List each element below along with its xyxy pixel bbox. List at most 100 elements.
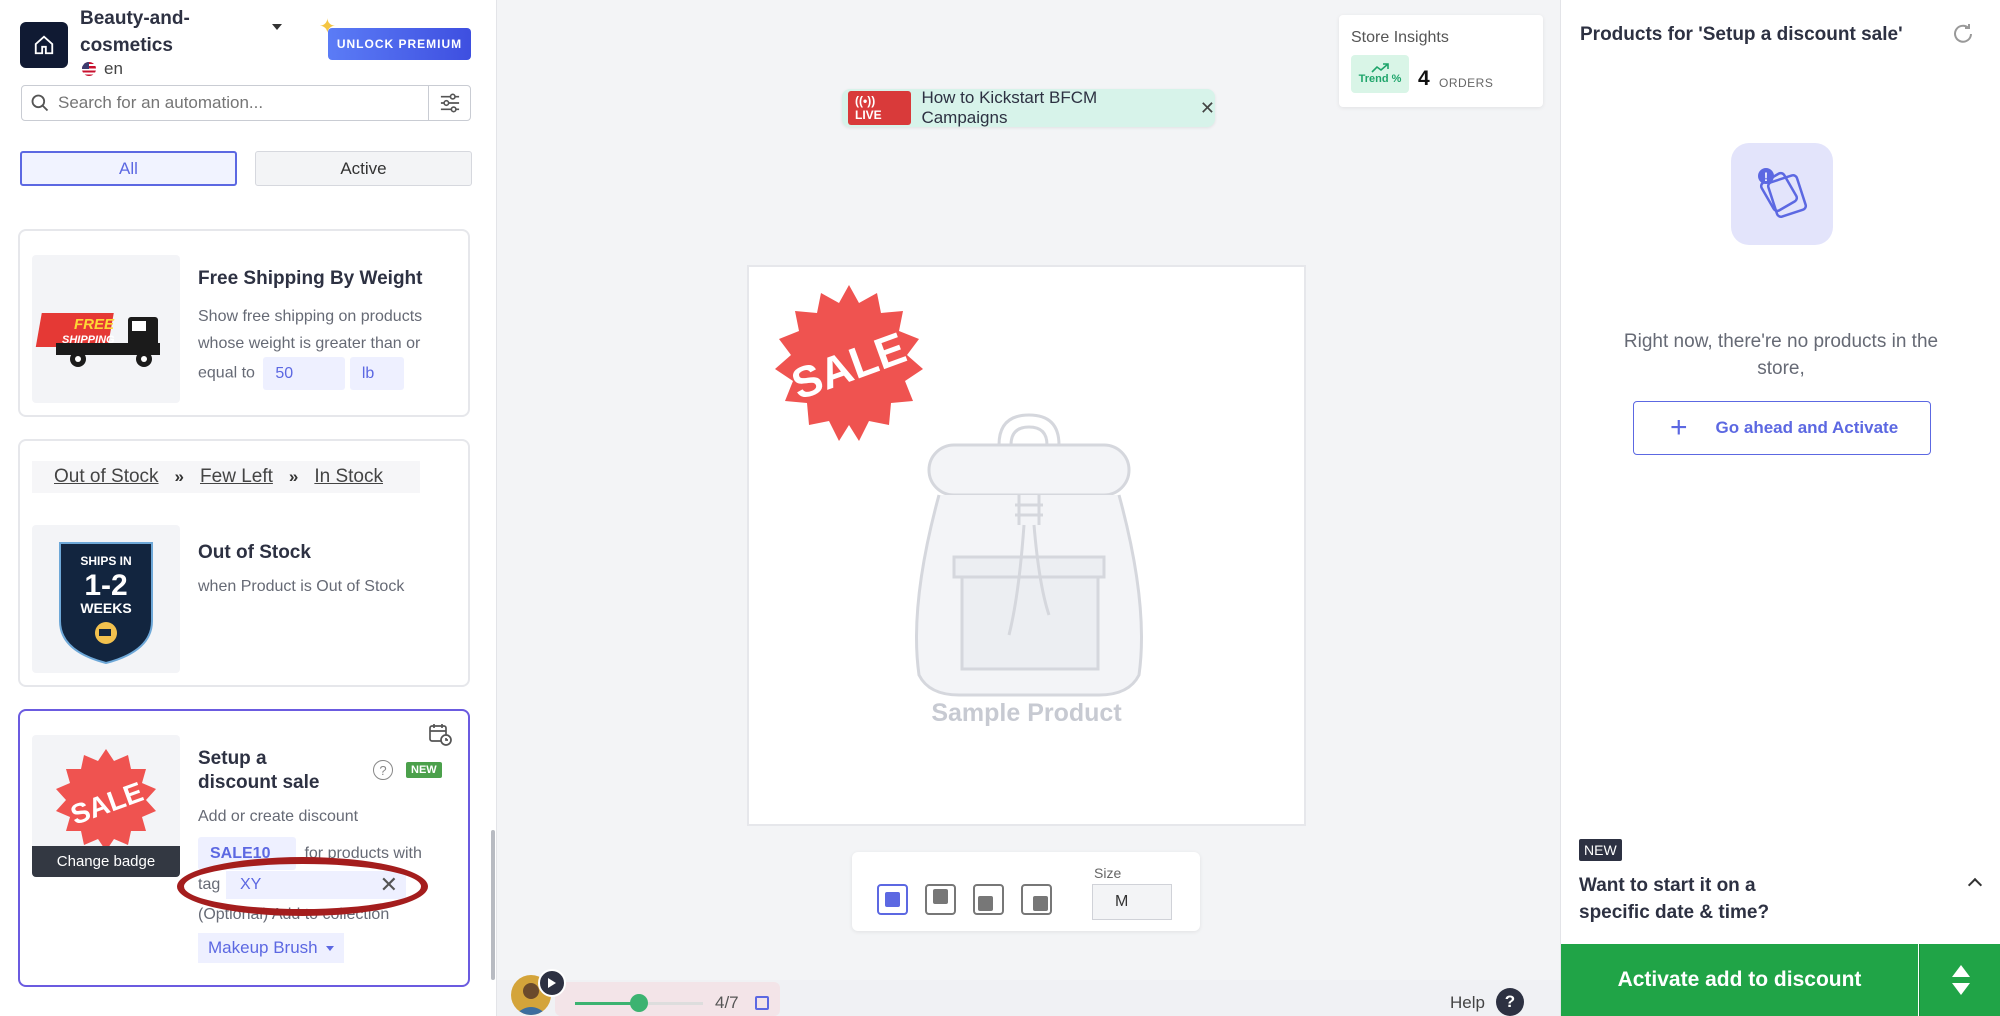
products-panel: Products for 'Setup a discount sale' ! R… xyxy=(1560,0,2000,1016)
trend-up-icon xyxy=(1371,63,1389,73)
product-preview: SALE Sample Product xyxy=(747,265,1306,826)
calendar-clock-icon[interactable] xyxy=(428,722,452,746)
language-selector[interactable]: en xyxy=(82,59,123,79)
position-bottom-left-button[interactable] xyxy=(973,884,1004,915)
automation-card-stock[interactable]: Out of Stock » Few Left » In Stock SHIPS… xyxy=(18,439,470,687)
search-icon xyxy=(22,93,58,113)
new-badge: NEW xyxy=(1579,839,1622,861)
collection-value: Makeup Brush xyxy=(208,938,318,957)
equal-to-label: equal to xyxy=(198,364,255,382)
empty-products-icon: ! xyxy=(1731,143,1833,245)
card-description: Show free shipping on products whose wei… xyxy=(198,308,423,352)
search-bar xyxy=(21,85,471,121)
search-input[interactable] xyxy=(58,93,428,113)
chevron-up-icon[interactable] xyxy=(1967,877,1983,893)
new-badge: NEW xyxy=(406,762,442,778)
activate-label: Go ahead and Activate xyxy=(1715,418,1899,437)
weight-unit-select[interactable]: lb xyxy=(349,357,404,390)
sidebar-scrollbar[interactable] xyxy=(491,830,495,980)
refresh-icon[interactable] xyxy=(1951,22,1975,46)
live-text: How to Kickstart BFCM Campaigns xyxy=(921,88,1098,127)
panel-title: Products for 'Setup a discount sale' xyxy=(1580,24,1903,45)
sale-badge-thumbnail[interactable]: SALE Change badge xyxy=(32,735,180,877)
live-label: LIVE xyxy=(855,108,882,122)
trend-label: Trend % xyxy=(1358,73,1402,85)
flow-step-in-stock[interactable]: In Stock xyxy=(314,466,383,488)
filter-settings-icon[interactable] xyxy=(428,86,470,120)
home-icon xyxy=(34,35,54,55)
flow-step-few-left[interactable]: Few Left xyxy=(200,466,273,488)
weight-value-field[interactable]: 50 xyxy=(263,357,346,390)
tab-all[interactable]: All xyxy=(20,151,237,186)
activate-add-to-discount-button[interactable]: Activate add to discount xyxy=(1561,944,1918,1016)
us-flag-icon xyxy=(82,62,96,76)
store-name[interactable]: Beauty-and-cosmetics xyxy=(80,5,270,59)
card-condition: equal to 50 lb xyxy=(198,357,404,390)
home-button[interactable] xyxy=(20,22,68,68)
orders-label: ORDERS xyxy=(1439,76,1494,90)
double-chevron-icon: » xyxy=(288,467,299,486)
position-top-left-button[interactable] xyxy=(877,884,908,915)
free-shipping-badge-thumbnail: FREE SHIPPING xyxy=(32,255,180,403)
unlock-premium-button[interactable]: UNLOCK PREMIUM xyxy=(328,28,471,60)
live-tag: ((•)) LIVE xyxy=(848,91,912,125)
automation-card-free-shipping[interactable]: FREE SHIPPING Free Shipping By Weight Sh… xyxy=(18,229,470,417)
ships-badge-thumbnail: SHIPS IN 1-2 WEEKS xyxy=(32,525,180,673)
position-bottom-right-button[interactable] xyxy=(1021,884,1052,915)
ships-in-weeks-shield-icon: SHIPS IN 1-2 WEEKS xyxy=(59,542,153,665)
orders-count: 4 xyxy=(1418,67,1430,90)
badge-position-toolbar: Size M xyxy=(852,852,1200,931)
flow-step-out-of-stock[interactable]: Out of Stock xyxy=(54,466,159,488)
free-text: FREE xyxy=(74,316,115,333)
step-checkbox[interactable] xyxy=(755,996,769,1010)
highlight-annotation-ellipse xyxy=(177,857,428,916)
size-label: Size xyxy=(1094,865,1122,881)
shipping-text: SHIPPING xyxy=(62,334,115,346)
position-top-right-button[interactable] xyxy=(925,884,956,915)
store-insights-widget[interactable]: Store Insights Trend % 4 ORDERS xyxy=(1339,15,1543,107)
card-title: Setup a discount sale xyxy=(198,748,320,793)
automation-sidebar: Beauty-and-cosmetics en ✦ UNLOCK PREMIUM… xyxy=(0,0,497,1016)
chevron-down-icon xyxy=(325,945,334,951)
plus-icon: + xyxy=(1670,411,1688,444)
ships-in-text: SHIPS IN xyxy=(80,554,131,568)
card-title: Out of Stock xyxy=(198,542,311,563)
language-label: en xyxy=(104,59,123,78)
change-badge-button[interactable]: Change badge xyxy=(32,846,180,877)
empty-state-text: Right now, there're no products in the s… xyxy=(1623,331,1939,379)
trend-badge: Trend % xyxy=(1351,55,1409,93)
stock-flow-breadcrumb: Out of Stock » Few Left » In Stock xyxy=(32,461,420,493)
help-icon[interactable]: ? xyxy=(373,760,393,780)
double-chevron-icon: » xyxy=(174,467,185,486)
one-two-text: 1-2 xyxy=(84,569,127,602)
help-label[interactable]: Help xyxy=(1450,993,1485,1013)
svg-text:!: ! xyxy=(1764,170,1768,184)
store-switcher-caret-icon[interactable] xyxy=(272,24,282,30)
backpack-illustration xyxy=(915,413,1143,697)
sample-product-label: Sample Product xyxy=(931,699,1122,727)
collection-select[interactable]: Makeup Brush xyxy=(198,933,344,963)
help-icon[interactable]: ? xyxy=(1496,988,1524,1016)
card-title: Free Shipping By Weight xyxy=(198,268,423,289)
card-description: Add or create discount xyxy=(198,808,359,825)
close-icon[interactable]: ✕ xyxy=(1200,98,1215,119)
play-button[interactable] xyxy=(538,969,566,997)
step-counter: 4/7 xyxy=(715,993,739,1012)
go-ahead-activate-button[interactable]: + Go ahead and Activate xyxy=(1633,401,1931,455)
arrow-up-icon xyxy=(1951,965,1970,977)
card-description: when Product is Out of Stock xyxy=(198,578,405,595)
preview-area: ((•)) LIVE How to Kickstart BFCM Campaig… xyxy=(497,0,1560,1016)
tutorial-player xyxy=(555,982,780,1016)
progress-slider-handle[interactable] xyxy=(630,994,648,1012)
cta-options-toggle[interactable] xyxy=(1919,944,2000,1016)
tab-active[interactable]: Active xyxy=(255,151,472,186)
weeks-text: WEEKS xyxy=(80,600,131,616)
live-banner[interactable]: ((•)) LIVE How to Kickstart BFCM Campaig… xyxy=(842,88,1215,127)
arrow-down-icon xyxy=(1951,983,1970,995)
size-select[interactable]: M xyxy=(1092,884,1172,920)
schedule-question[interactable]: Want to start it on a specific date & ti… xyxy=(1579,872,1829,926)
insights-title: Store Insights xyxy=(1351,29,1449,46)
free-shipping-truck-icon: FREE SHIPPING xyxy=(35,313,160,367)
automation-card-discount-sale[interactable]: SALE Change badge Setup a discount sale … xyxy=(18,709,470,987)
play-icon xyxy=(548,978,556,988)
